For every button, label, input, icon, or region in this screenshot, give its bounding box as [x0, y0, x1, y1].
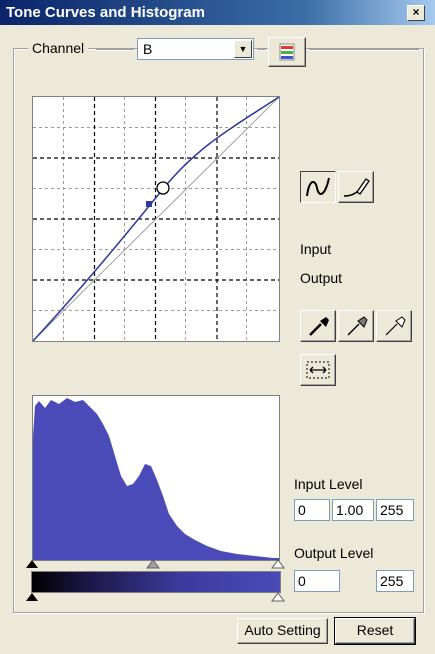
input-level-label: Input Level — [294, 476, 363, 492]
curve-point-marker — [146, 201, 152, 207]
window-title: Tone Curves and Histogram — [6, 4, 205, 21]
input-level-slider[interactable] — [24, 558, 294, 570]
rgb-channels-icon — [279, 43, 295, 61]
input-white-slider-handle — [271, 559, 285, 569]
channel-line-mid — [257, 49, 266, 51]
auto-setting-button[interactable]: Auto Setting — [237, 618, 328, 644]
output-white-field[interactable]: 255 — [376, 570, 414, 592]
curve-reset-button[interactable] — [300, 354, 336, 386]
white-point-eyedropper-icon — [385, 316, 406, 336]
input-gamma-slider-handle — [146, 559, 160, 569]
curve-reset-icon — [306, 361, 330, 379]
rgb-channels-button[interactable] — [268, 37, 306, 67]
reset-button[interactable]: Reset — [334, 617, 416, 645]
output-black-slider-handle — [26, 593, 38, 601]
gray-point-eyedropper-button[interactable] — [338, 310, 374, 342]
input-gamma-field[interactable]: 1.00 — [332, 499, 374, 521]
curve-input-label: Input — [300, 241, 332, 257]
close-icon[interactable]: × — [407, 5, 425, 21]
tone-curve-svg — [32, 96, 280, 342]
histogram-svg — [33, 398, 279, 560]
output-black-field[interactable]: 0 — [294, 570, 340, 592]
curve-mode-icon — [306, 177, 330, 197]
output-gradient-bar — [31, 571, 281, 593]
output-white-slider-handle — [271, 592, 285, 602]
freehand-pencil-icon — [343, 178, 370, 197]
black-point-eyedropper-button[interactable] — [300, 310, 336, 342]
curve-output-label: Output — [300, 270, 343, 286]
input-white-field[interactable]: 255 — [376, 499, 414, 521]
input-black-slider-handle — [26, 560, 38, 568]
white-point-eyedropper-button[interactable] — [376, 310, 412, 342]
output-level-label: Output Level — [294, 545, 374, 561]
black-point-eyedropper-icon — [309, 317, 329, 336]
output-level-slider[interactable] — [24, 591, 294, 603]
channel-line-right — [309, 49, 419, 51]
histogram-area — [33, 398, 279, 560]
curve-mode-button[interactable] — [300, 171, 336, 203]
curve-control-point — [156, 181, 170, 195]
dropdown-arrow-icon[interactable]: ▼ — [234, 40, 252, 58]
freehand-button[interactable] — [338, 171, 374, 203]
channel-label: Channel — [28, 40, 89, 56]
input-black-field[interactable]: 0 — [294, 499, 330, 521]
gray-point-eyedropper-icon — [347, 316, 368, 336]
title-bar: Tone Curves and Histogram × — [0, 0, 435, 25]
tone-curve-graph[interactable] — [32, 96, 280, 342]
channel-line-left — [96, 49, 134, 51]
channel-select-value: B — [143, 41, 153, 57]
histogram-panel — [32, 395, 280, 561]
channel-select[interactable]: B ▼ — [137, 38, 254, 60]
